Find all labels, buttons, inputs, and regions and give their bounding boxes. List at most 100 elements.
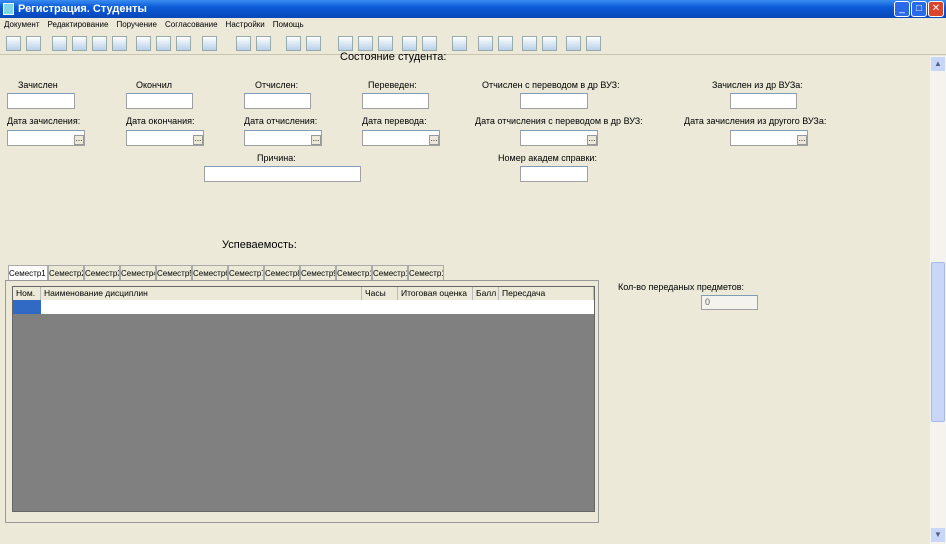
toolbar-button-15-icon[interactable]: [338, 36, 353, 51]
toolbar-button-7-icon[interactable]: [136, 36, 151, 51]
toolbar-button-23-icon[interactable]: [522, 36, 537, 51]
disciplines-grid[interactable]: Ном. Наименование дисциплин Часы Итогова…: [12, 286, 595, 512]
tab-semester-8[interactable]: Семестр8: [264, 265, 300, 280]
toolbar-button-10-icon[interactable]: [202, 36, 217, 51]
toolbar-button-14-icon[interactable]: [306, 36, 321, 51]
reason-input[interactable]: [204, 166, 361, 182]
enrolled-from-other-label: Зачислен из др ВУЗа:: [712, 80, 803, 90]
transferred-label: Переведен:: [368, 80, 417, 90]
toolbar-button-18-icon[interactable]: [402, 36, 417, 51]
reason-label: Причина:: [257, 153, 296, 163]
tab-semester-3[interactable]: Семестр3: [84, 265, 120, 280]
menu-edit[interactable]: Редактирование: [48, 20, 109, 29]
graduation-date-label: Дата окончания:: [126, 116, 195, 126]
toolbar-button-11-icon[interactable]: [236, 36, 251, 51]
tab-semester-7[interactable]: Семестр7: [228, 265, 264, 280]
menu-help[interactable]: Помощь: [273, 20, 304, 29]
expel-date-input[interactable]: ...: [244, 130, 322, 146]
scroll-up-button[interactable]: ▲: [931, 57, 945, 71]
enrolled-from-other-input[interactable]: [730, 93, 797, 109]
toolbar-button-13-icon[interactable]: [286, 36, 301, 51]
transferred-input[interactable]: [362, 93, 429, 109]
toolbar-button-22-icon[interactable]: [498, 36, 513, 51]
scroll-down-button[interactable]: ▼: [931, 528, 945, 542]
col-hours[interactable]: Часы: [362, 287, 398, 300]
toolbar-button-16-icon[interactable]: [358, 36, 373, 51]
tab-semester-5[interactable]: Семестр5: [156, 265, 192, 280]
col-final-grade[interactable]: Итоговая оценка: [398, 287, 473, 300]
toolbar-button-9-icon[interactable]: [176, 36, 191, 51]
tab-semester-6[interactable]: Семестр6: [192, 265, 228, 280]
progress-title: Успеваемость:: [222, 239, 297, 251]
enrolled-input[interactable]: [7, 93, 75, 109]
transfer-date-label: Дата перевода:: [362, 116, 427, 126]
tab-semester-12[interactable]: Семестр12: [408, 265, 444, 280]
expelled-input[interactable]: [244, 93, 311, 109]
menu-document[interactable]: Документ: [4, 20, 40, 29]
menu-assignment[interactable]: Поручение: [116, 20, 157, 29]
col-discipline[interactable]: Наименование дисциплин: [41, 287, 362, 300]
app-icon: [3, 3, 14, 15]
enroll-date-input[interactable]: ...: [7, 130, 85, 146]
selected-cell[interactable]: [13, 300, 41, 314]
date-picker-button[interactable]: ...: [74, 135, 84, 145]
tab-semester-1[interactable]: Семестр1: [8, 265, 48, 281]
tab-semester-10[interactable]: Семестр10: [336, 265, 372, 280]
maximize-button[interactable]: □: [911, 1, 927, 17]
passed-count-label: Кол-во переданых предметов:: [618, 282, 745, 292]
enrolled-label: Зачислен: [18, 80, 58, 90]
toolbar-button-25-icon[interactable]: [566, 36, 581, 51]
toolbar-button-24-icon[interactable]: [542, 36, 557, 51]
tab-semester-4[interactable]: Семестр4: [120, 265, 156, 280]
enroll-date-label: Дата зачисления:: [7, 116, 81, 126]
academ-input[interactable]: [520, 166, 588, 182]
date-picker-button[interactable]: ...: [587, 135, 597, 145]
graduation-date-input[interactable]: ...: [126, 130, 204, 146]
toolbar-button-4-icon[interactable]: [72, 36, 87, 51]
semester-tabs: Семестр1 Семестр2 Семестр3 Семестр4 Семе…: [8, 265, 444, 281]
enroll-other-date-input[interactable]: ...: [730, 130, 808, 146]
col-score[interactable]: Балл: [473, 287, 499, 300]
expelled-label: Отчислен:: [255, 80, 299, 90]
expel-date-label: Дата отчисления:: [244, 116, 318, 126]
transfer-date-input[interactable]: ...: [362, 130, 440, 146]
graduated-input[interactable]: [126, 93, 193, 109]
expelled-transfer-input[interactable]: [520, 93, 588, 109]
toolbar-button-26-icon[interactable]: [586, 36, 601, 51]
toolbar-button-1-icon[interactable]: [6, 36, 21, 51]
toolbar-button-2-icon[interactable]: [26, 36, 41, 51]
academ-label: Номер академ справки:: [498, 153, 597, 163]
toolbar-button-19-icon[interactable]: [422, 36, 437, 51]
tab-semester-9[interactable]: Семестр9: [300, 265, 336, 280]
close-button[interactable]: ✕: [928, 1, 944, 17]
date-picker-button[interactable]: ...: [311, 135, 321, 145]
expel-transfer-date-input[interactable]: ...: [520, 130, 598, 146]
date-picker-button[interactable]: ...: [797, 135, 807, 145]
toolbar: [0, 32, 946, 55]
toolbar-button-5-icon[interactable]: [92, 36, 107, 51]
graduated-label: Окончил: [136, 80, 172, 90]
toolbar-button-3-icon[interactable]: [52, 36, 67, 51]
toolbar-button-6-icon[interactable]: [112, 36, 127, 51]
date-picker-button[interactable]: ...: [429, 135, 439, 145]
toolbar-button-20-icon[interactable]: [452, 36, 467, 51]
scroll-thumb[interactable]: [931, 262, 945, 422]
menu-bar: Документ Редактирование Поручение Согласова…: [0, 18, 946, 31]
col-retake[interactable]: Пересдача: [499, 287, 594, 300]
expel-transfer-date-label: Дата отчисления с переводом в др ВУЗ:: [475, 116, 643, 126]
table-row[interactable]: [13, 300, 594, 314]
col-number[interactable]: Ном.: [13, 287, 41, 300]
date-picker-button[interactable]: ...: [193, 135, 203, 145]
tab-semester-2[interactable]: Семестр2: [48, 265, 84, 280]
toolbar-button-21-icon[interactable]: [478, 36, 493, 51]
expelled-transfer-label: Отчислен с переводом в др ВУЗ:: [482, 80, 620, 90]
minimize-button[interactable]: _: [894, 1, 910, 17]
title-bar: Регистрация. Студенты: [0, 0, 946, 18]
menu-approval[interactable]: Согласование: [165, 20, 218, 29]
toolbar-button-12-icon[interactable]: [256, 36, 271, 51]
tab-semester-11[interactable]: Семестр11: [372, 265, 408, 280]
passed-count-input: 0: [701, 295, 758, 310]
toolbar-button-17-icon[interactable]: [378, 36, 393, 51]
toolbar-button-8-icon[interactable]: [156, 36, 171, 51]
menu-settings[interactable]: Настройки: [226, 20, 265, 29]
